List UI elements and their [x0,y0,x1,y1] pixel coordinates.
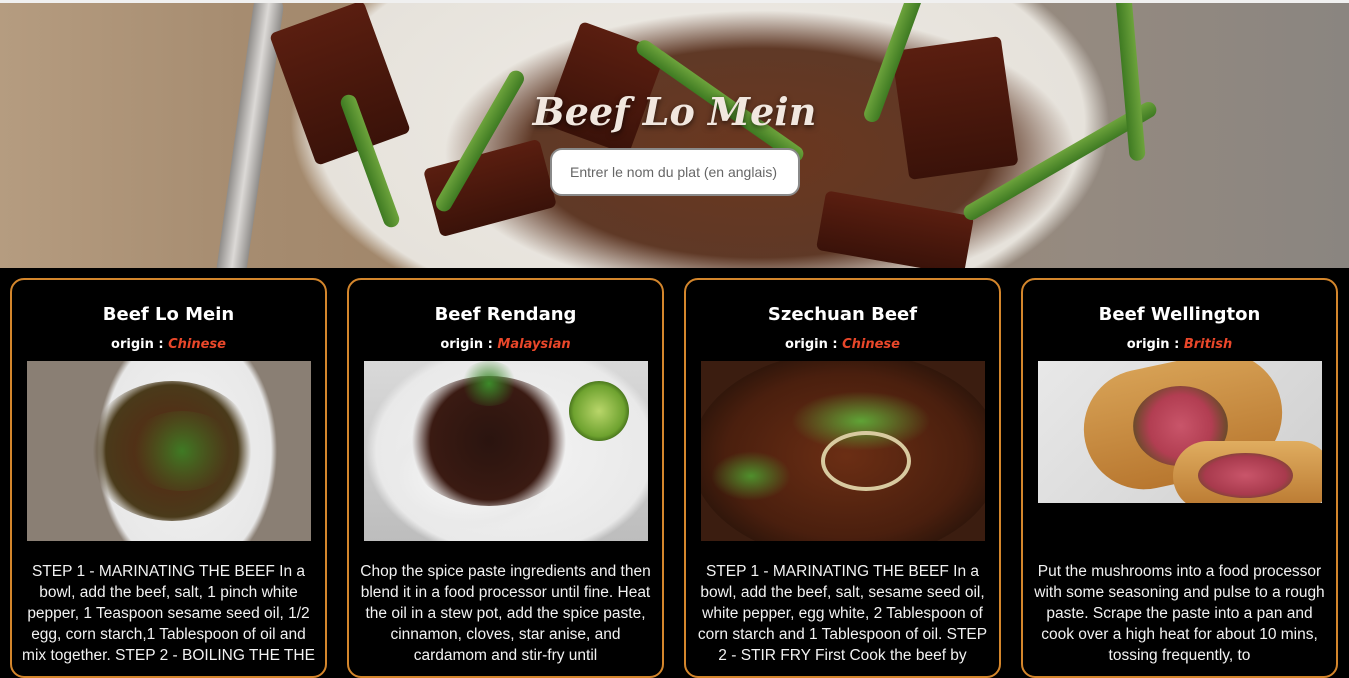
beef-strip [815,190,975,268]
recipe-instructions: Put the mushrooms into a food processor … [1034,563,1325,664]
recipe-card[interactable]: Beef Rendang origin : Malaysian Chop the… [347,278,664,678]
origin-country: British [1183,337,1233,352]
recipe-image [26,361,311,541]
page-title: Beef Lo Mein [532,89,817,134]
hero-banner: Beef Lo Mein [0,0,1349,268]
asparagus [1114,3,1146,162]
recipe-instructions: Chop the spice paste ingredients and the… [360,563,651,664]
origin-label: origin : [440,337,493,352]
origin-label: origin : [111,337,164,352]
recipe-origin: origin : Chinese [12,337,325,352]
recipe-title: Beef Lo Mein [102,304,235,325]
beef-strip [269,3,411,166]
recipe-grid: Beef Lo Mein origin : Chinese STEP 1 - M… [10,278,1340,678]
recipe-image [363,361,648,541]
origin-country: Malaysian [497,337,571,352]
recipe-origin: origin : Chinese [686,337,999,352]
recipe-image [1037,361,1322,503]
recipe-instructions: STEP 1 - MARINATING THE BEEF In a bowl, … [22,563,315,664]
origin-label: origin : [785,337,838,352]
recipe-title: Beef Wellington [1098,304,1261,325]
recipe-origin: origin : British [1023,337,1336,352]
recipe-origin: origin : Malaysian [349,337,662,352]
recipe-instructions: STEP 1 - MARINATING THE BEEF In a bowl, … [697,563,988,664]
recipe-image [700,361,985,541]
search-input[interactable] [550,148,800,196]
recipe-card[interactable]: Szechuan Beef origin : Chinese STEP 1 - … [684,278,1001,678]
origin-country: Chinese [168,337,226,352]
origin-country: Chinese [842,337,900,352]
recipe-card[interactable]: Beef Wellington origin : British Put the… [1021,278,1338,678]
recipe-card[interactable]: Beef Lo Mein origin : Chinese STEP 1 - M… [10,278,327,678]
recipe-title: Beef Rendang [434,304,577,325]
recipe-title: Szechuan Beef [767,304,918,325]
origin-label: origin : [1126,337,1180,352]
